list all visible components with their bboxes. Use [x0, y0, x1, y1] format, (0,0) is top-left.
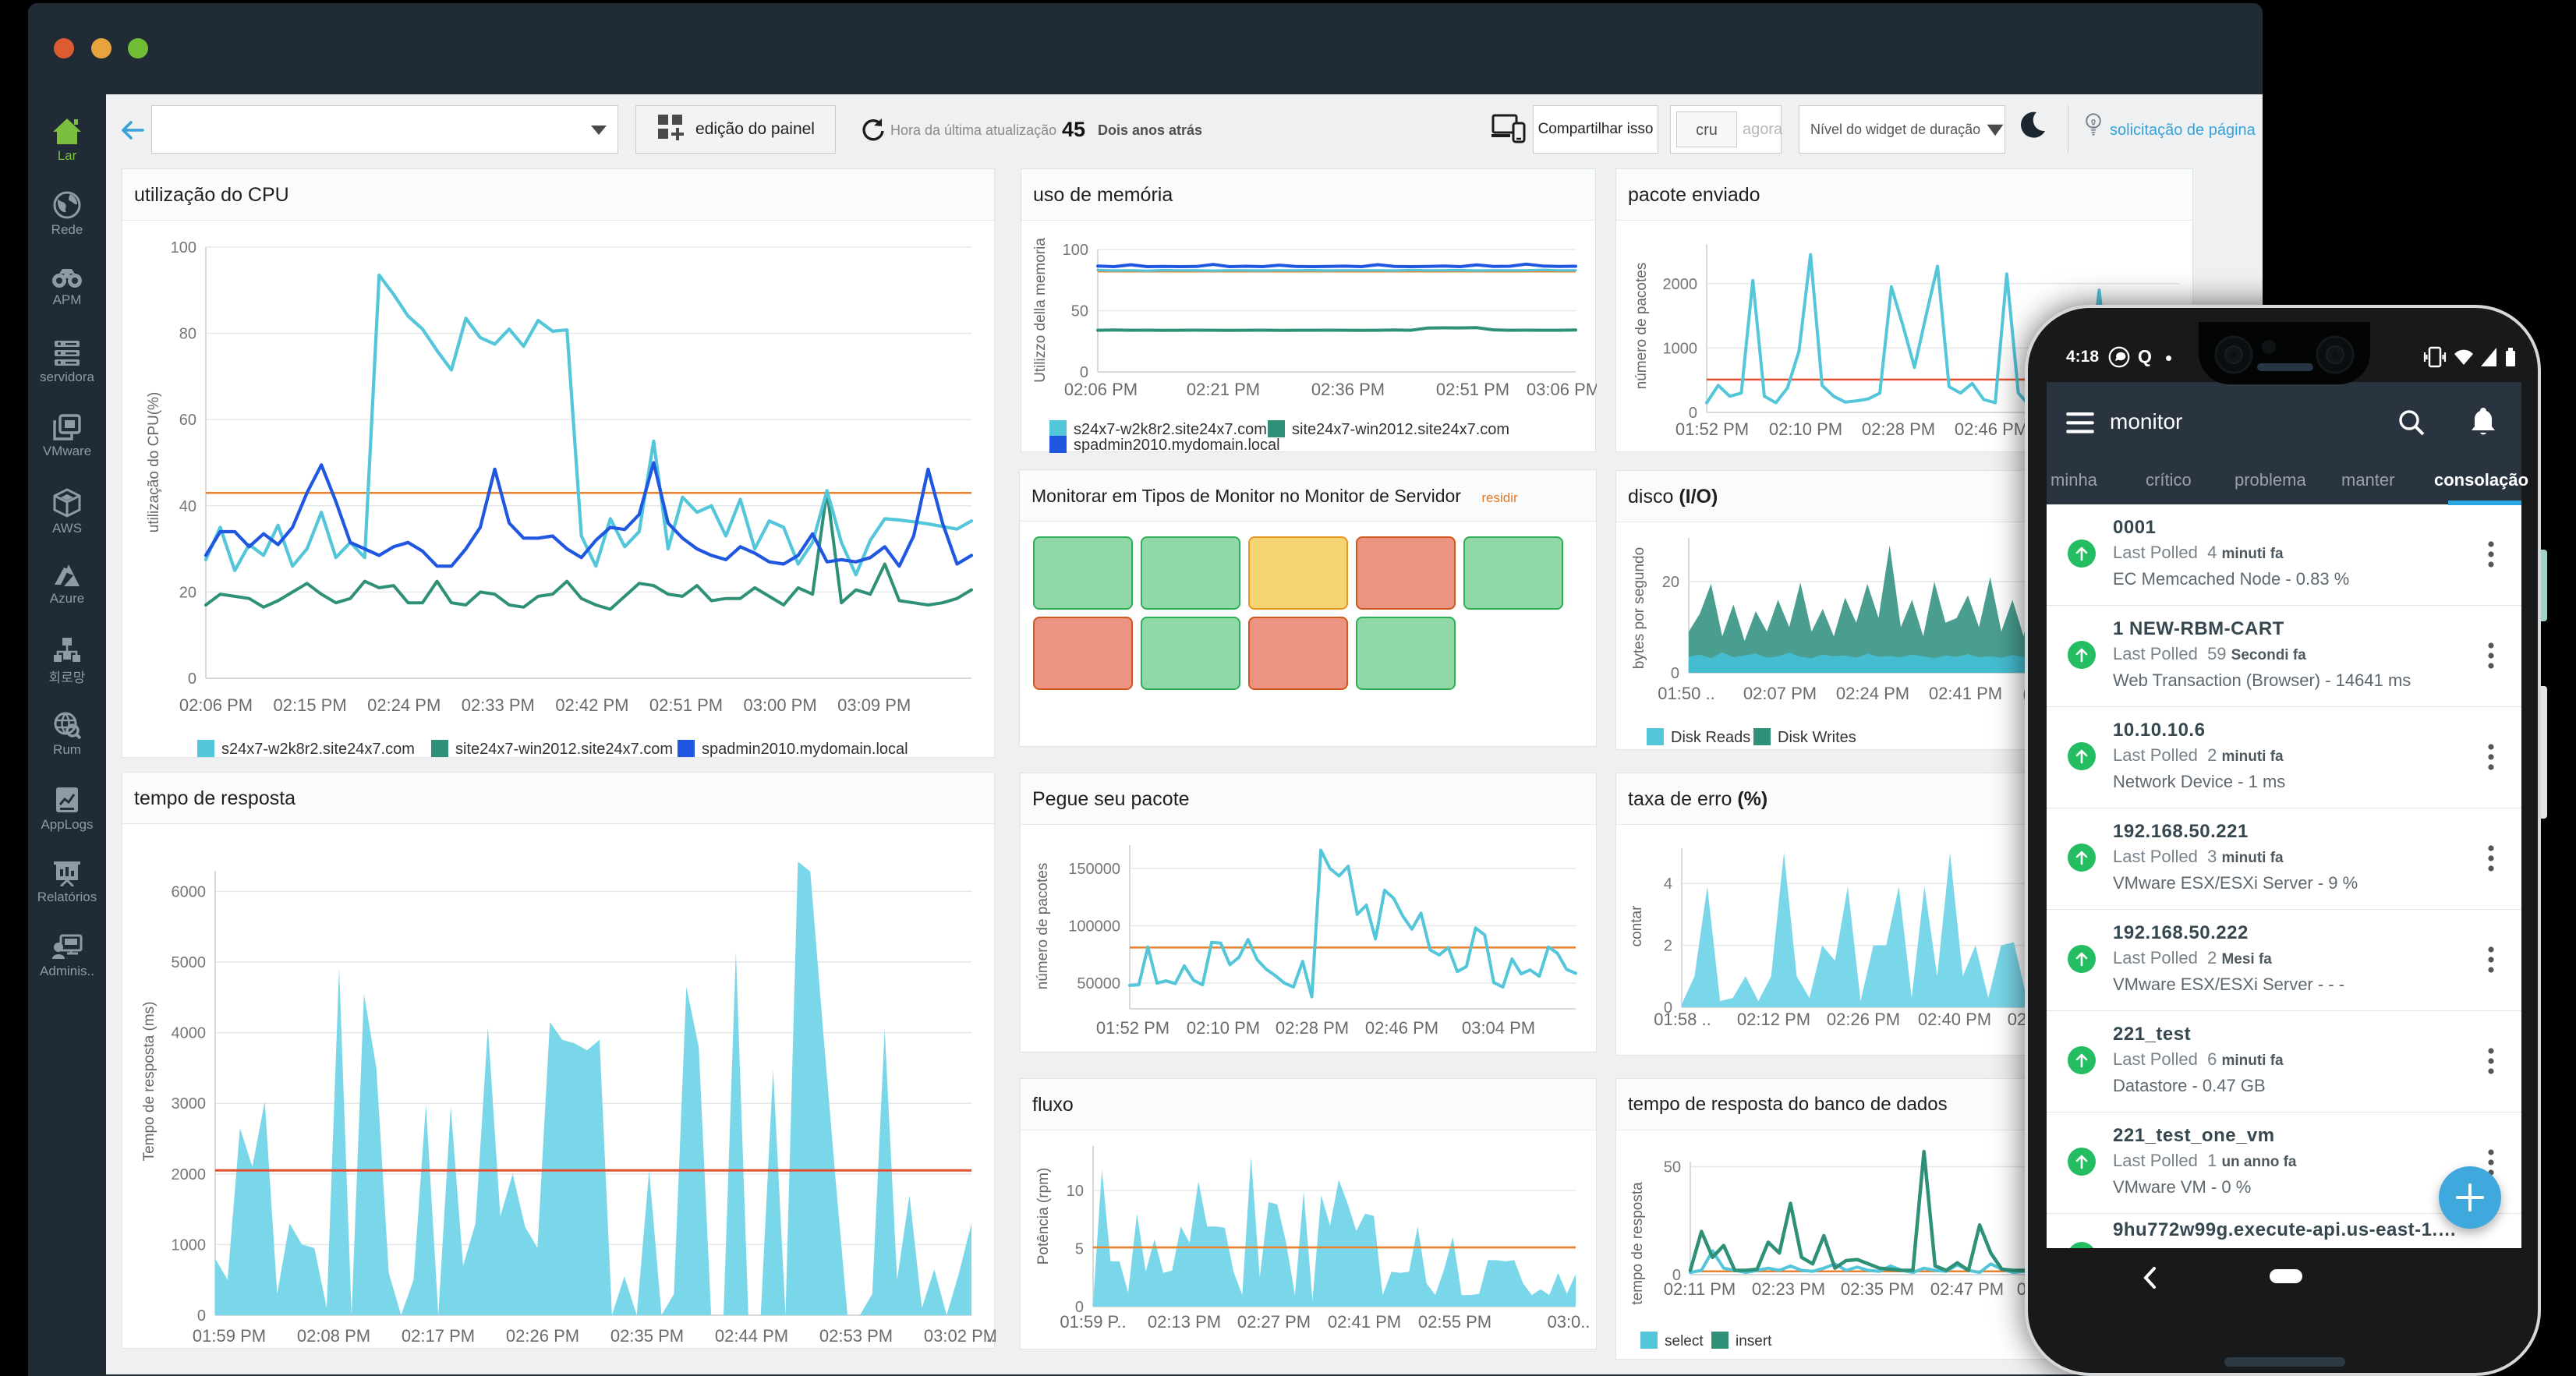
svg-text:100000: 100000: [1068, 918, 1120, 936]
svg-text:site24x7-win2012.site24x7.com: site24x7-win2012.site24x7.com: [455, 741, 673, 758]
svg-text:1000: 1000: [1663, 340, 1698, 357]
svg-text:s24x7-w2k8r2.site24x7.com: s24x7-w2k8r2.site24x7.com: [221, 741, 415, 758]
svg-text:02:26 PM: 02:26 PM: [506, 1326, 579, 1346]
svg-text:utilização do CPU(%): utilização do CPU(%): [146, 392, 162, 533]
svg-text:spadmin2010.mydomain.local: spadmin2010.mydomain.local: [1074, 437, 1280, 453]
svg-text:2000: 2000: [172, 1166, 207, 1183]
svg-text:20: 20: [1662, 574, 1679, 591]
svg-text:03:06 PM: 03:06 PM: [1527, 380, 1597, 399]
svg-text:5000: 5000: [172, 954, 207, 971]
svg-text:02:27 PM: 02:27 PM: [1237, 1312, 1311, 1332]
svg-text:50000: 50000: [1077, 975, 1120, 992]
svg-text:03:0..: 03:0..: [1547, 1312, 1590, 1332]
svg-text:02:40 PM: 02:40 PM: [1918, 1010, 1991, 1029]
svg-text:número de pacotes: número de pacotes: [1633, 263, 1650, 390]
svg-text:0: 0: [1080, 364, 1088, 381]
svg-text:2: 2: [1664, 938, 1672, 955]
svg-text:60: 60: [179, 412, 196, 429]
svg-text:3000: 3000: [172, 1095, 207, 1112]
svg-text:01:52 PM: 01:52 PM: [1096, 1018, 1169, 1038]
svg-text:150000: 150000: [1068, 861, 1120, 878]
svg-text:02:46 PM: 02:46 PM: [1365, 1018, 1438, 1038]
svg-text:02:51 PM: 02:51 PM: [649, 695, 723, 715]
svg-text:select: select: [1665, 1333, 1704, 1349]
svg-text:número de pacotes: número de pacotes: [1035, 863, 1051, 990]
svg-text:Disk Writes: Disk Writes: [1778, 729, 1856, 746]
svg-text:02:42 PM: 02:42 PM: [555, 695, 628, 715]
svg-text:50: 50: [1664, 1159, 1681, 1176]
svg-text:40: 40: [179, 498, 196, 515]
svg-text:0: 0: [188, 670, 196, 688]
svg-text:50: 50: [1071, 303, 1088, 320]
svg-text:02:46 PM: 02:46 PM: [1955, 419, 2028, 439]
svg-text:Utilizzo della memoria: Utilizzo della memoria: [1032, 238, 1049, 383]
svg-text:20: 20: [179, 584, 196, 601]
svg-text:02:10 PM: 02:10 PM: [1187, 1018, 1260, 1038]
svg-text:tempo de resposta: tempo de resposta: [1629, 1182, 1646, 1305]
svg-text:02:07 PM: 02:07 PM: [1743, 684, 1817, 703]
svg-text:02:41 PM: 02:41 PM: [1929, 684, 2002, 703]
svg-text:02:35 PM: 02:35 PM: [1841, 1279, 1914, 1299]
svg-text:s24x7-w2k8r2.site24x7.com: s24x7-w2k8r2.site24x7.com: [1074, 421, 1267, 438]
svg-text:02:33 PM: 02:33 PM: [462, 695, 535, 715]
svg-text:4: 4: [1664, 875, 1672, 893]
svg-text:02:12 PM: 02:12 PM: [1737, 1010, 1810, 1029]
svg-text:10: 10: [1067, 1183, 1084, 1200]
svg-text:02:23 PM: 02:23 PM: [1752, 1279, 1825, 1299]
svg-text:03:09 PM: 03:09 PM: [837, 695, 911, 715]
svg-text:02:41 PM: 02:41 PM: [1328, 1312, 1401, 1332]
svg-text:insert: insert: [1736, 1333, 1772, 1349]
svg-text:Disk Reads: Disk Reads: [1671, 729, 1750, 746]
svg-text:100: 100: [171, 239, 196, 256]
svg-text:02: 02: [2008, 1010, 2026, 1029]
svg-text:contar: contar: [1629, 905, 1645, 946]
svg-text:02:11 PM: 02:11 PM: [1664, 1279, 1736, 1299]
svg-text:02:10 PM: 02:10 PM: [1769, 419, 1842, 439]
svg-text:Potência (rpm): Potência (rpm): [1035, 1168, 1052, 1265]
svg-text:02:35 PM: 02:35 PM: [610, 1326, 684, 1346]
svg-text:5: 5: [1075, 1241, 1084, 1258]
svg-text:02:28 PM: 02:28 PM: [1862, 419, 1935, 439]
svg-text:02:55 PM: 02:55 PM: [1418, 1312, 1491, 1332]
svg-text:01:59 PM: 01:59 PM: [193, 1326, 266, 1346]
svg-text:02:06 PM: 02:06 PM: [179, 695, 253, 715]
svg-text:02:21 PM: 02:21 PM: [1187, 380, 1260, 399]
svg-text:03:00 PM: 03:00 PM: [744, 695, 817, 715]
svg-text:02:28 PM: 02:28 PM: [1276, 1018, 1349, 1038]
svg-text:1000: 1000: [172, 1236, 207, 1254]
svg-text:02:51 PM: 02:51 PM: [1436, 380, 1509, 399]
svg-text:02:24 PM: 02:24 PM: [1836, 684, 1909, 703]
svg-text:spadmin2010.mydomain.local: spadmin2010.mydomain.local: [702, 741, 908, 758]
svg-text:02:53 PM: 02:53 PM: [819, 1326, 893, 1346]
svg-text:0: 0: [197, 1307, 206, 1325]
svg-text:02:44 PM: 02:44 PM: [715, 1326, 788, 1346]
svg-text:0: 0: [1671, 665, 1679, 682]
svg-text:02:24 PM: 02:24 PM: [367, 695, 441, 715]
svg-text:03:04 PM: 03:04 PM: [1462, 1018, 1535, 1038]
svg-text:01:58 ..: 01:58 ..: [1654, 1010, 1711, 1029]
svg-text:02:47 PM: 02:47 PM: [1930, 1279, 2004, 1299]
svg-text:6000: 6000: [172, 883, 207, 900]
svg-text:01:52 PM: 01:52 PM: [1675, 419, 1749, 439]
svg-text:02:26 PM: 02:26 PM: [1827, 1010, 1900, 1029]
svg-text:bytes por segundo: bytes por segundo: [1631, 547, 1647, 669]
svg-text:02:36 PM: 02:36 PM: [1311, 380, 1385, 399]
svg-text:100: 100: [1063, 242, 1088, 259]
svg-text:site24x7-win2012.site24x7.com: site24x7-win2012.site24x7.com: [1292, 421, 1509, 438]
svg-text:01:59 P..: 01:59 P..: [1060, 1312, 1126, 1332]
svg-text:4000: 4000: [172, 1025, 207, 1042]
svg-text:02:17 PM: 02:17 PM: [402, 1326, 475, 1346]
svg-text:02:06 PM: 02:06 PM: [1064, 380, 1138, 399]
svg-text:02:15 PM: 02:15 PM: [274, 695, 347, 715]
svg-text:01:50 ..: 01:50 ..: [1658, 684, 1714, 703]
svg-text:2000: 2000: [1663, 276, 1698, 293]
svg-text:02:13 PM: 02:13 PM: [1148, 1312, 1221, 1332]
svg-text:..: ..: [986, 1326, 996, 1346]
svg-text:02:08 PM: 02:08 PM: [297, 1326, 370, 1346]
svg-text:Tempo de resposta (ms): Tempo de resposta (ms): [141, 1002, 157, 1162]
svg-text:03:02 PM: 03:02 PM: [924, 1326, 996, 1346]
svg-text:80: 80: [179, 326, 196, 343]
